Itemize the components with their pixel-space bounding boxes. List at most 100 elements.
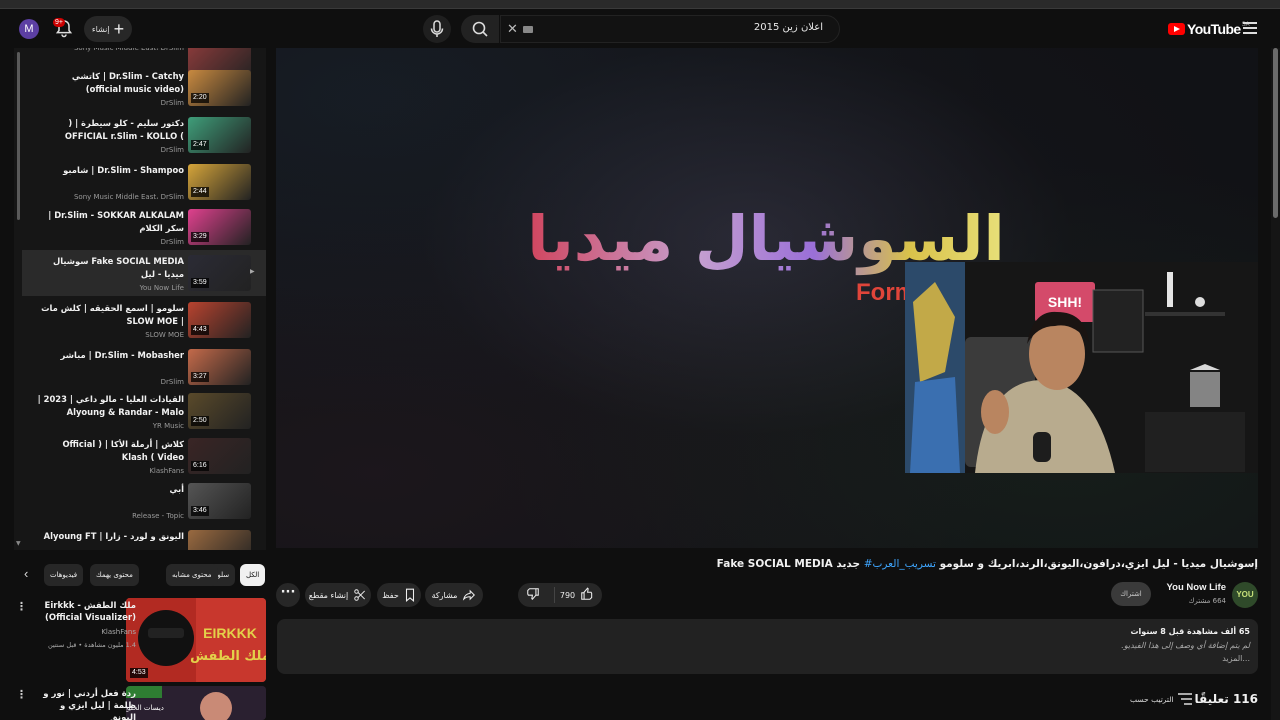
masthead: M 9+ إنشاء + ✕ اعلان زين 2015 YouTube SA (0, 9, 1280, 49)
share-label: مشاركة (431, 590, 458, 600)
video-player[interactable]: السوشيال ميديا Forms SHH! (276, 48, 1258, 548)
playlist-item-channel: KlashFans (149, 467, 184, 475)
share-button[interactable]: مشاركة (425, 583, 483, 607)
playlist-scrollbar-thumb[interactable] (17, 52, 20, 220)
youtube-logo[interactable]: YouTube SA (1168, 21, 1250, 37)
playlist-scroll-down-arrow[interactable]: ▼ (16, 540, 21, 547)
notification-badge: 9+ (53, 18, 65, 27)
microphone-icon (430, 20, 444, 37)
playlist-item-title: كلاش | أرملة الأكا | ( Official Video ) … (62, 439, 184, 462)
playlist-item-channel: You Now Life (139, 284, 184, 292)
playlist-item[interactable]: 4:43 سلومو | اسمع الحقيقه | كلش مات | SLO… (22, 297, 266, 343)
create-button[interactable]: إنشاء + (84, 16, 132, 42)
playlist-thumbnail[interactable] (188, 530, 251, 550)
playlist-item-channel: DrSlim (160, 238, 184, 246)
youtube-play-icon (1168, 23, 1185, 35)
playlist-thumbnail[interactable]: 3:59 (188, 255, 251, 291)
playlist-item[interactable]: 6:16 كلاش | أرملة الأكا | ( Official Vide… (22, 433, 266, 479)
create-label: إنشاء (91, 24, 110, 34)
filter-chip-bar: ‹ الكل سلومو محتوى مشابه محتوى يهمك فيدي… (14, 562, 266, 590)
playlist-item[interactable]: 3:29 Dr.Slim - SOKKAR ALKALAM | سكر الكلا… (22, 204, 266, 250)
thumbs-up-icon (581, 587, 593, 600)
video-hashtag[interactable]: تسريب_العرب# (864, 558, 936, 570)
playlist-item[interactable]: 2:50 القيادات العليا - مالو داعي | 2023 |… (22, 388, 266, 434)
like-count: 790 (559, 590, 576, 600)
dislike-button[interactable] (526, 587, 555, 603)
chevron-left-icon[interactable]: ‹ (24, 566, 28, 581)
duration-badge: 2:44 (191, 187, 209, 197)
playlist-thumbnail[interactable]: 3:29 (188, 209, 251, 245)
plus-icon: + (113, 19, 125, 39)
playlist-thumbnail[interactable]: 3:27 (188, 349, 251, 385)
description-box[interactable]: 65 ألف مشاهدة قبل 8 سنوات لم يتم إضافة أ… (277, 619, 1258, 674)
channel-avatar[interactable]: YOU (1232, 582, 1258, 608)
recommendation-thumbnail[interactable]: ديسات الخليج (126, 686, 266, 720)
playlist-item[interactable]: 2:47 دكتور سليم - كلو سيطرة | ( OFFICIAL … (22, 112, 266, 158)
like-button[interactable] (580, 587, 594, 603)
duration-badge: 3:27 (191, 372, 209, 382)
recommendation-item[interactable]: EIRKKK ملك الطفش 4:53 ملك الطفش - Eirkkk… (14, 598, 266, 682)
playlist-item-title: القيادات العليا - مالو داعي | 2023 | Aly… (37, 394, 184, 417)
duration-badge: 6:16 (191, 461, 209, 471)
svg-text:EIRKKK: EIRKKK (203, 625, 257, 641)
chip-for-you[interactable]: محتوى يهمك (90, 564, 139, 586)
clear-search-icon[interactable]: ✕ (507, 21, 518, 37)
svg-text:SHH!: SHH! (1048, 294, 1082, 310)
playlist-thumbnail[interactable]: 2:47 (188, 117, 251, 153)
voice-search-button[interactable] (423, 15, 451, 43)
recommendation-channel[interactable]: KlashFans (36, 628, 136, 636)
chip-related[interactable]: محتوى مشابه (166, 564, 218, 586)
recommendation-title[interactable]: ملك الطفش - Eirkkk (Official Visualizer) (36, 600, 136, 624)
playlist-item-channel: Sony Music Middle East، DrSlim (73, 48, 184, 52)
playlist-thumbnail[interactable]: 4:43 (188, 302, 251, 338)
duration-badge: 2:20 (191, 93, 209, 103)
playlist-item-channel: Sony Music Middle East، DrSlim (73, 193, 184, 201)
playlist-item[interactable]: 2:20 Dr.Slim - Catchy | كاتشي (official m… (22, 65, 266, 111)
search-input[interactable]: ✕ اعلان زين 2015 (500, 15, 840, 43)
video-title-main: إسوشيال ميديا - ليل ايزي،درافون،اليونق،ا… (939, 558, 1258, 570)
playlist-item-title: سلومو | اسمع الحقيقه | كلش مات | SLOW MO… (41, 303, 184, 326)
playlist-item[interactable]: 2:44 Dr.Slim - Shampoo | شامبو Sony Music … (22, 159, 266, 205)
chip-videos[interactable]: فيديوهات (44, 564, 84, 586)
playlist-item[interactable]: 3:59 Fake SOCIAL MEDIA سوشيال ميديا - ليل… (22, 250, 266, 296)
view-stats: 65 ألف مشاهدة قبل 8 سنوات (1130, 627, 1250, 636)
show-more-link[interactable]: ...المزيد (1222, 654, 1250, 663)
playlist-panel: Sony Music Middle East، DrSlim 2:20 Dr.Sli… (14, 48, 266, 550)
more-vertical-icon[interactable]: ⋮ (16, 600, 27, 613)
playlist-thumbnail[interactable]: 2:44 (188, 164, 251, 200)
keyboard-icon[interactable] (523, 26, 533, 33)
duration-badge: 4:43 (191, 325, 209, 335)
playlist-item[interactable]: 3:46 أبي Release - Topic (22, 478, 266, 524)
playlist-item[interactable]: اليونق و لورد - زارا | Alyoung FT (22, 525, 266, 550)
playlist-thumbnail[interactable]: 6:16 (188, 438, 251, 474)
recommendation-thumbnail[interactable]: EIRKKK ملك الطفش 4:53 (126, 598, 266, 682)
window-top-strip (0, 0, 1280, 9)
duration-badge: 2:47 (191, 140, 209, 150)
share-icon (463, 589, 476, 601)
account-avatar[interactable]: M (19, 19, 39, 39)
recommendation-title[interactable]: ردة فعل أردني | نور و ظلمة | ليل ايزي و … (36, 688, 136, 720)
playlist-thumbnail[interactable]: 2:20 (188, 70, 251, 106)
channel-name[interactable]: You Now Life (1140, 582, 1226, 593)
page-scrollbar-thumb[interactable] (1273, 48, 1278, 218)
recommendation-meta: 1.4 مليون مشاهدة • قبل سنتين (47, 641, 136, 649)
duration-badge: 4:53 (130, 668, 148, 678)
subscribe-button[interactable]: اشتراك (1111, 582, 1151, 606)
hamburger-menu-icon[interactable] (1243, 22, 1257, 34)
clip-button[interactable]: إنشاء مقطع (305, 583, 371, 607)
scissors-icon (354, 589, 366, 601)
playlist-thumbnail[interactable]: 3:46 (188, 483, 251, 519)
duration-badge: 3:59 (191, 278, 209, 288)
playlist-thumbnail[interactable]: 2:50 (188, 393, 251, 429)
more-vertical-icon[interactable]: ⋮ (16, 688, 27, 701)
playlist-item-title: Fake SOCIAL MEDIA سوشيال ميديا - ليل ايز… (52, 256, 184, 279)
sort-comments-button[interactable]: الترتيب حسب (1130, 693, 1192, 705)
more-actions-button[interactable]: ··· (276, 583, 300, 607)
search-button[interactable] (461, 15, 499, 43)
chip-all[interactable]: الكل (240, 564, 266, 586)
save-label: حفظ (382, 590, 399, 600)
save-button[interactable]: حفظ (377, 583, 421, 607)
video-title-suffix: جديد Fake SOCIAL MEDIA (716, 558, 861, 570)
playlist-item[interactable]: 3:27 Dr.Slim - Mobasher | مباشر DrSlim (22, 344, 266, 390)
recommendation-item[interactable]: ديسات الخليج ردة فعل أردني | نور و ظلمة … (14, 686, 266, 720)
